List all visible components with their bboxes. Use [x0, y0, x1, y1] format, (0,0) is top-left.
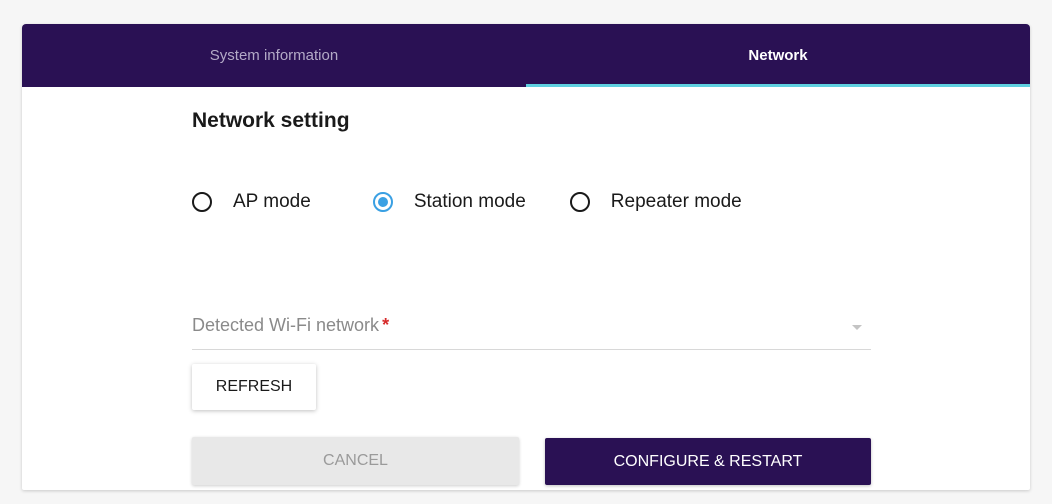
wifi-network-select[interactable]: Detected Wi-Fi network *	[192, 311, 871, 350]
radio-ap-mode[interactable]: AP mode	[192, 191, 311, 213]
wifi-network-label: Detected Wi-Fi network *	[192, 315, 389, 336]
tab-system-information[interactable]: System information	[22, 24, 526, 87]
tab-bar: System information Network	[22, 24, 1030, 87]
radio-label: Repeater mode	[610, 191, 742, 212]
radio-unchecked-icon[interactable]	[192, 192, 212, 212]
radio-unchecked-icon[interactable]	[569, 192, 590, 212]
configure-restart-button[interactable]: CONFIGURE & RESTART	[545, 438, 871, 485]
tab-network[interactable]: Network	[526, 24, 1030, 87]
wifi-network-label-text: Detected Wi-Fi network	[192, 315, 380, 335]
tab-label: System information	[209, 47, 339, 64]
radio-label: AP mode	[233, 191, 311, 212]
section-title: Network setting	[192, 109, 350, 132]
radio-checked-icon[interactable]	[372, 192, 393, 212]
radio-label: Station mode	[413, 191, 526, 212]
radio-repeater-mode[interactable]: Repeater mode	[569, 191, 742, 213]
tab-label: Network	[748, 47, 808, 64]
required-marker: *	[382, 315, 390, 335]
mode-radio-group: AP mode Station mode Repeater mode	[192, 187, 742, 217]
cancel-button[interactable]: CANCEL	[192, 437, 519, 485]
radio-station-mode[interactable]: Station mode	[372, 191, 526, 213]
refresh-button[interactable]: REFRESH	[192, 364, 316, 410]
settings-card: System information Network Network setti…	[22, 24, 1030, 490]
caret-down-icon[interactable]	[852, 325, 862, 330]
